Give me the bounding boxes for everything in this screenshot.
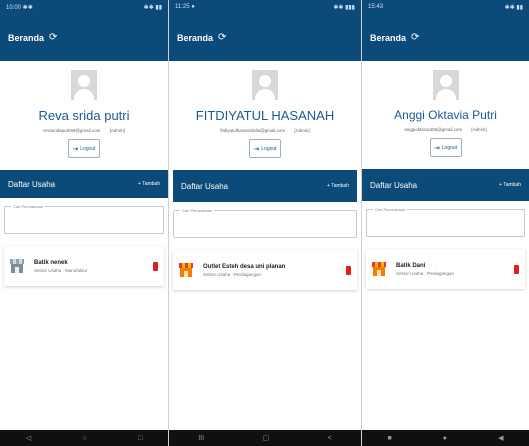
search-placeholder: Cari Perusahaan [180,208,215,213]
search-placeholder: Cari Perusahaan [373,207,408,212]
profile-email-row: fitdiyatulhasanahdia@gmail.com [Admin] [169,128,361,133]
status-bar: 11:25 ● ✱✱ ▮▮▮ [169,0,361,14]
business-name: Outlet Esteh desa uni planan [203,263,286,270]
logout-button[interactable]: ⇥ Logout [249,139,281,158]
search-input[interactable]: Cari Perusahaan [173,208,357,238]
nav-back-icon[interactable]: ◀ [498,434,503,442]
phone-screen-3: 15:43 ✱✱ ▮▮ Beranda ⟳ Anggi Oktavia Putr… [362,0,529,446]
app-bar: Beranda ⟳ [169,14,361,61]
refresh-icon[interactable]: ⟳ [49,32,57,43]
system-nav-bar: III ▢ < [169,430,361,446]
profile-email: fitdiyatulhasanahdia@gmail.com [220,128,286,133]
business-sector: Sektor Usaha : Perdagangan [203,271,262,277]
search-placeholder: Cari Perusahaan [11,204,46,209]
delete-icon[interactable] [346,265,351,275]
nav-back-icon[interactable]: < [328,435,332,442]
status-bar: 10:00 ✱✱ ✱✱ ▮▮ [0,0,168,14]
search-input[interactable]: Cari Perusahaan [4,204,164,234]
status-left: 10:00 ✱✱ [6,4,33,11]
avatar-icon [252,70,278,100]
status-left: 11:25 ● [175,4,195,10]
system-nav-bar: ■ ● ◀ [362,430,529,446]
profile-name: Anggi Oktavia Putri [394,108,497,122]
profile-role: [Admin] [471,127,487,132]
section-title: Daftar Usaha [370,180,418,190]
delete-icon[interactable] [153,261,158,271]
profile-name: FITDIYATUL HASANAH [195,108,335,123]
profile-role: [Admin] [109,128,125,133]
nav-back-icon[interactable]: ◁ [26,434,31,442]
page-title: Beranda [177,32,214,43]
nav-home-icon[interactable]: ▢ [263,434,270,442]
refresh-icon[interactable]: ⟳ [218,32,226,43]
system-nav-bar: ◁ ○ □ [0,430,168,446]
logout-icon: ⇥ [253,145,260,153]
add-business-button[interactable]: + Tambah [327,183,349,189]
avatar-icon [432,70,459,100]
profile-role: [Admin] [294,128,310,133]
logout-button[interactable]: ⇥ Logout [429,138,462,157]
app-bar: Beranda ⟳ [362,14,529,61]
status-bar: 15:43 ✱✱ ▮▮ [362,0,529,14]
app-bar: Beranda ⟳ [0,14,168,61]
business-sector: Sektor Usaha : Perdagangan [396,270,455,276]
profile-name: Reva srida putri [38,108,130,123]
avatar-icon [71,70,97,100]
list-item-text: Batik nenek Sektor Usaha : Manufaktur [34,260,153,273]
add-business-button[interactable]: + Tambah [499,182,521,188]
status-right: ✱✱ ▮▮ [504,4,523,11]
status-left: 15:43 [368,4,384,10]
phone-screen-1: 10:00 ✱✱ ✱✱ ▮▮ Beranda ⟳ Reva srida putr… [0,0,168,446]
nav-recent-icon[interactable]: ■ [388,435,392,442]
logout-icon: ⇥ [72,145,79,153]
nav-home-icon[interactable]: ○ [82,435,86,442]
delete-icon[interactable] [514,264,519,274]
list-item[interactable]: Batik nenek Sektor Usaha : Manufaktur [4,246,164,286]
logout-label: Logout [80,145,96,152]
search-input[interactable]: Cari Perusahaan [366,207,525,237]
status-right: ✱✱ ▮▮▮ [333,4,355,11]
logout-button[interactable]: ⇥ Logout [68,139,100,158]
screenshot-collage: 10:00 ✱✱ ✱✱ ▮▮ Beranda ⟳ Reva srida putr… [0,0,529,446]
nav-home-icon[interactable]: ● [443,435,447,442]
add-business-button[interactable]: + Tambah [138,181,160,187]
profile-email-row: revasridaputri99@gmail.com [Admin] [0,128,168,133]
section-title: Daftar Usaha [8,179,56,189]
profile-email-row: anggioktavia456@gmail.com [Admin] [362,127,529,132]
logout-icon: ⇥ [433,144,440,152]
shop-icon [179,263,193,277]
business-name: Batik nenek [34,259,68,266]
nav-recent-icon[interactable]: III [198,435,204,442]
section-header: Daftar Usaha + Tambah [173,170,357,202]
logout-label: Logout [441,144,458,151]
section-title: Daftar Usaha [181,181,229,191]
list-item-text: Outlet Esteh desa uni planan Sektor Usah… [203,264,346,277]
business-name: Batik Dani [396,262,426,269]
phone-screen-2: 11:25 ● ✱✱ ▮▮▮ Beranda ⟳ FITDIYATUL HASA… [169,0,361,446]
section-header: Daftar Usaha + Tambah [362,169,529,201]
profile-email: anggioktavia456@gmail.com [404,127,463,132]
section-header: Daftar Usaha + Tambah [0,170,168,198]
list-item[interactable]: Batik Dani Sektor Usaha : Perdagangan [366,249,525,289]
page-title: Beranda [370,32,407,43]
business-sector: Sektor Usaha : Manufaktur [34,267,88,273]
shop-icon [372,262,386,276]
list-item-text: Batik Dani Sektor Usaha : Perdagangan [396,263,514,276]
profile-email: revasridaputri99@gmail.com [43,128,101,133]
page-title: Beranda [8,32,45,43]
logout-label: Logout [261,145,277,152]
nav-recent-icon[interactable]: □ [138,435,142,442]
shop-icon [10,259,24,273]
status-right: ✱✱ ▮▮ [143,4,162,11]
refresh-icon[interactable]: ⟳ [411,32,419,43]
list-item[interactable]: Outlet Esteh desa uni planan Sektor Usah… [173,250,357,290]
